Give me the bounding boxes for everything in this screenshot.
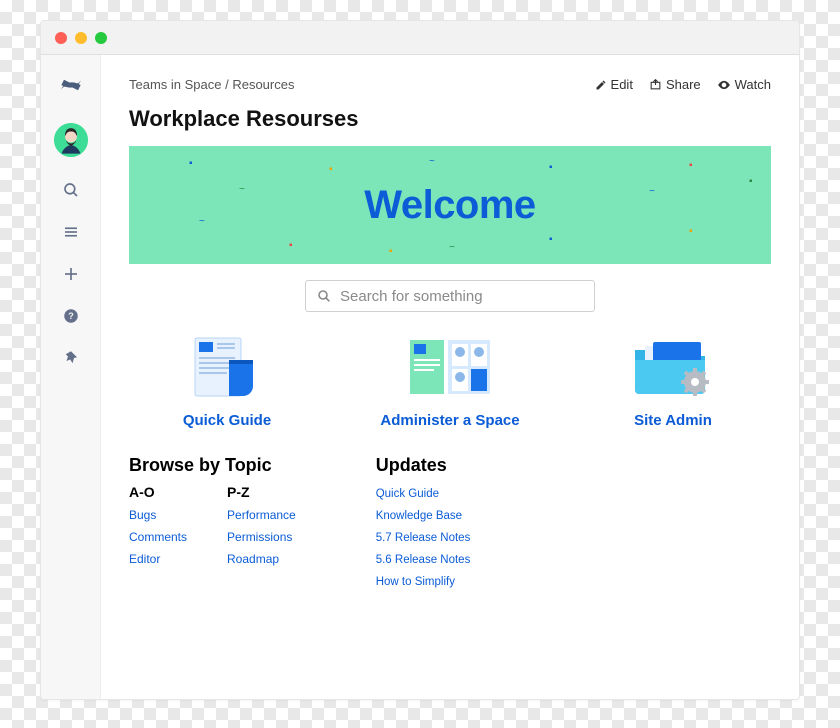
search-icon[interactable] (62, 181, 80, 199)
topic-link[interactable]: Editor (129, 552, 160, 566)
updates-list: Quick Guide Knowledge Base 5.7 Release N… (376, 484, 471, 590)
maximize-dot[interactable] (95, 32, 107, 44)
card-site-admin[interactable]: Site Admin (583, 332, 763, 429)
banner-title: Welcome (364, 183, 535, 228)
topic-link[interactable]: Bugs (129, 508, 156, 522)
update-link[interactable]: Quick Guide (376, 488, 439, 500)
confluence-logo-icon (57, 71, 85, 99)
app-window: ? Teams in Space / Resources Edit Share (40, 20, 800, 700)
browse-title: Browse by Topic (129, 455, 296, 476)
dashboard-icon (400, 332, 500, 402)
card-label: Quick Guide (183, 412, 271, 429)
share-button[interactable]: Share (649, 77, 701, 92)
window-titlebar (41, 21, 799, 55)
topic-list-a: Bugs Comments Editor (129, 506, 187, 568)
svg-text:?: ? (68, 311, 74, 321)
page-actions: Edit Share Watch (595, 77, 771, 92)
topic-link[interactable]: Comments (129, 530, 187, 544)
menu-icon[interactable] (62, 223, 80, 241)
main-content: Teams in Space / Resources Edit Share Wa… (101, 55, 799, 699)
watch-button[interactable]: Watch (717, 77, 771, 92)
search-box[interactable] (305, 280, 595, 312)
card-quick-guide[interactable]: Quick Guide (137, 332, 317, 429)
page-title: Workplace Resourses (129, 106, 771, 132)
topic-link[interactable]: Permissions (227, 530, 292, 544)
notifications-icon[interactable] (62, 349, 80, 367)
topic-link[interactable]: Performance (227, 508, 296, 522)
breadcrumb[interactable]: Teams in Space / Resources (129, 77, 294, 92)
card-label: Site Admin (634, 412, 712, 429)
topic-link[interactable]: Roadmap (227, 552, 279, 566)
avatar[interactable] (54, 123, 88, 157)
col-a-head: A-O (129, 484, 187, 500)
card-label: Administer a Space (380, 412, 519, 429)
search-icon (316, 288, 332, 304)
edit-button[interactable]: Edit (595, 77, 633, 92)
welcome-banner: ▪ ~ ~ ▪ ▪ ~ ▪ ~ ▪ ▪ ~ ▪ ▪ ▪ Welcome (129, 146, 771, 264)
card-administer-space[interactable]: Administer a Space (360, 332, 540, 429)
minimize-dot[interactable] (75, 32, 87, 44)
update-link[interactable]: 5.6 Release Notes (376, 554, 471, 566)
sidebar: ? (41, 55, 101, 699)
search-input[interactable] (340, 288, 584, 305)
watch-label: Watch (735, 77, 771, 92)
update-link[interactable]: Knowledge Base (376, 510, 462, 522)
topic-list-b: Performance Permissions Roadmap (227, 506, 296, 568)
help-icon[interactable]: ? (62, 307, 80, 325)
share-label: Share (666, 77, 701, 92)
resource-cards: Quick Guide Administ (129, 332, 771, 429)
update-link[interactable]: 5.7 Release Notes (376, 532, 471, 544)
edit-label: Edit (611, 77, 633, 92)
col-b-head: P-Z (227, 484, 296, 500)
document-icon (177, 332, 277, 402)
update-link[interactable]: How to Simplify (376, 576, 455, 588)
updates-section: Updates Quick Guide Knowledge Base 5.7 R… (376, 455, 471, 590)
updates-title: Updates (376, 455, 471, 476)
close-dot[interactable] (55, 32, 67, 44)
browse-by-topic: Browse by Topic A-O Bugs Comments Editor… (129, 455, 296, 590)
create-icon[interactable] (62, 265, 80, 283)
folder-gear-icon (623, 332, 723, 402)
